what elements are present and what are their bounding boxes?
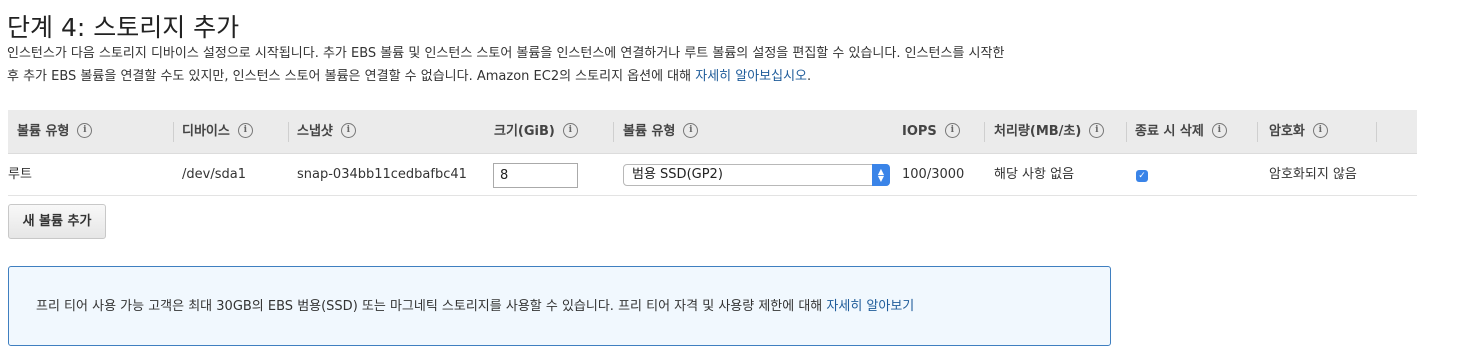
- header-iops: IOPS i: [902, 110, 960, 154]
- header-device: 디바이스 i: [182, 110, 253, 154]
- description-end: .: [807, 69, 812, 84]
- cell-encryption: 암호화되지 않음: [1269, 167, 1357, 182]
- header-size: 크기(GiB) i: [494, 110, 578, 154]
- add-storage-page: 단계 4: 스토리지 추가 인스턴스가 다음 스토리지 디바이스 설정으로 시작…: [0, 0, 1459, 363]
- description-text: 후 추가 EBS 볼륨을 연결할 수도 있지만, 인스턴스 스토어 볼륨은 연결…: [7, 69, 696, 84]
- description-line-1: 인스턴스가 다음 스토리지 디바이스 설정으로 시작됩니다. 추가 EBS 볼륨…: [7, 46, 1005, 61]
- column-divider: [1257, 122, 1258, 142]
- cell-snapshot: snap-034bb11cedbafbc41: [297, 167, 467, 182]
- volume-type-selected: 범용 SSD(GP2): [632, 167, 723, 182]
- learn-more-link[interactable]: 자세히 알아보십시오: [695, 69, 807, 84]
- page-description: 인스턴스가 다음 스토리지 디바이스 설정으로 시작됩니다. 추가 EBS 볼륨…: [7, 42, 1117, 88]
- add-volume-button[interactable]: 새 볼륨 추가: [8, 204, 106, 239]
- header-delete-on-termination: 종료 시 삭제 i: [1135, 110, 1227, 154]
- column-divider: [288, 122, 289, 142]
- cell-device: /dev/sda1: [182, 167, 246, 182]
- header-throughput: 처리량(MB/초) i: [994, 110, 1105, 154]
- size-input[interactable]: 8: [493, 163, 578, 188]
- description-line-2: 후 추가 EBS 볼륨을 연결할 수도 있지만, 인스턴스 스토어 볼륨은 연결…: [7, 65, 1117, 88]
- page-title: 단계 4: 스토리지 추가: [7, 13, 240, 42]
- delete-on-termination-checkbox[interactable]: ✓: [1136, 170, 1148, 182]
- cell-throughput: 해당 사항 없음: [994, 167, 1075, 182]
- storage-table: 볼륨 유형 i 디바이스 i 스냅샷 i 크기(GiB) i 볼륨 유형 i IOPS i …: [8, 110, 1417, 196]
- volume-type-select[interactable]: 범용 SSD(GP2) ▲ ▼: [623, 164, 890, 186]
- notice-learn-more-link[interactable]: 자세히 알아보기: [826, 299, 914, 314]
- table-row: 루트 /dev/sda1 snap-034bb11cedbafbc41 8 범용…: [8, 154, 1417, 196]
- updown-chevron-icon: ▲ ▼: [872, 164, 890, 186]
- info-icon[interactable]: i: [77, 123, 93, 138]
- info-icon[interactable]: i: [683, 123, 699, 138]
- info-icon[interactable]: i: [1089, 123, 1105, 138]
- notice-text: 프리 티어 사용 가능 고객은 최대 30GB의 EBS 범용(SSD) 또는 …: [36, 299, 827, 314]
- column-divider: [1126, 122, 1127, 142]
- header-volume-type: 볼륨 유형 i: [17, 110, 93, 154]
- header-snapshot: 스냅샷 i: [297, 110, 356, 154]
- cell-iops: 100/3000: [902, 167, 965, 182]
- info-icon[interactable]: i: [562, 123, 578, 138]
- column-divider: [613, 122, 614, 142]
- column-divider: [1376, 122, 1377, 142]
- column-divider: [984, 122, 985, 142]
- info-icon[interactable]: i: [944, 123, 960, 138]
- info-icon[interactable]: i: [340, 123, 356, 138]
- checkmark-icon: ✓: [1138, 171, 1146, 181]
- table-header: 볼륨 유형 i 디바이스 i 스냅샷 i 크기(GiB) i 볼륨 유형 i IOPS i …: [8, 110, 1417, 154]
- cell-volume-type: 루트: [8, 167, 32, 182]
- header-encryption: 암호화 i: [1269, 110, 1328, 154]
- free-tier-notice: 프리 티어 사용 가능 고객은 최대 30GB의 EBS 범용(SSD) 또는 …: [8, 266, 1111, 346]
- info-icon[interactable]: i: [237, 123, 253, 138]
- info-icon[interactable]: i: [1211, 123, 1227, 138]
- column-divider: [173, 122, 174, 142]
- info-icon[interactable]: i: [1312, 123, 1328, 138]
- header-volume-kind: 볼륨 유형 i: [623, 110, 699, 154]
